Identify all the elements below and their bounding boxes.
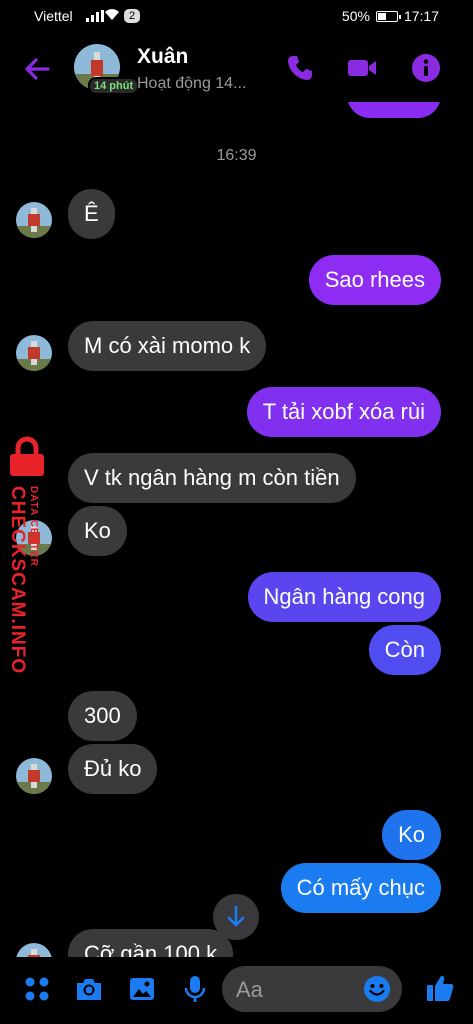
thumbs-up-icon[interactable] <box>424 972 456 1004</box>
menu-dots-icon[interactable] <box>22 974 52 1004</box>
arrow-down-icon <box>227 905 245 927</box>
back-arrow-icon[interactable] <box>22 54 52 84</box>
sender-avatar[interactable] <box>16 758 52 794</box>
active-time-badge: 14 phút <box>88 77 140 95</box>
message-bubble-outgoing[interactable]: T tải xobf xóa rùi <box>246 387 441 437</box>
sender-avatar[interactable] <box>16 202 52 238</box>
battery-percent: 50% <box>341 8 370 24</box>
phone-call-icon[interactable] <box>284 52 316 84</box>
gallery-icon[interactable] <box>127 974 157 1004</box>
video-call-icon[interactable] <box>346 52 378 84</box>
message-bubble-incoming[interactable]: Đủ ko <box>68 744 158 794</box>
message-bubble-outgoing[interactable]: Ko <box>382 810 441 860</box>
contact-name[interactable]: Xuân <box>137 45 188 69</box>
message-bubble-incoming[interactable]: Cỡ gần 100 k <box>68 929 234 957</box>
message-input[interactable]: Aa <box>222 966 402 1012</box>
info-icon[interactable] <box>410 52 442 84</box>
message-bubble-outgoing[interactable]: Ngân hàng cong <box>247 572 441 622</box>
sender-avatar[interactable] <box>16 335 52 371</box>
message-bubble-incoming[interactable]: 300 <box>68 691 137 741</box>
scroll-to-bottom-button[interactable] <box>213 894 259 940</box>
battery-icon <box>375 10 401 22</box>
camera-icon[interactable] <box>74 974 104 1004</box>
time-divider: 16:39 <box>216 147 257 164</box>
message-bubble-outgoing[interactable]: Còn <box>368 625 441 675</box>
message-bubble-incoming[interactable]: M có xài momo k <box>68 321 267 371</box>
active-status: Hoạt động 14... <box>137 75 247 92</box>
wifi-icon <box>104 8 120 24</box>
sender-avatar[interactable] <box>16 520 52 556</box>
emoji-icon[interactable] <box>362 974 392 1004</box>
clock: 17:17 <box>403 8 439 24</box>
sender-avatar[interactable] <box>16 943 52 957</box>
microphone-icon[interactable] <box>180 974 210 1004</box>
message-bubble-incoming[interactable]: Ko <box>68 506 127 556</box>
message-bubble-outgoing[interactable]: Sao rhees <box>308 255 441 305</box>
message-list[interactable]: 16:39 Ê Sao rhees M có xài momo k T tải … <box>0 102 473 957</box>
battery-fill <box>377 12 387 20</box>
status-bar: Viettel 2 50% 17:17 <box>0 0 473 34</box>
composer-bar: Aa <box>0 958 473 1024</box>
message-bubble-incoming[interactable]: Ê <box>68 189 115 239</box>
message-input-placeholder: Aa <box>236 977 263 1002</box>
message-bubble-outgoing[interactable]: Có mấy chục <box>280 863 441 913</box>
previous-message-bubble[interactable] <box>347 102 441 118</box>
carrier-label: Viettel <box>34 8 73 24</box>
notification-count-badge: 2 <box>124 9 141 23</box>
signal-icon <box>86 10 104 22</box>
conversation-header: 14 phút Xuân Hoạt động 14... <box>0 34 473 102</box>
message-bubble-incoming[interactable]: V tk ngân hàng m còn tiền <box>68 453 356 503</box>
